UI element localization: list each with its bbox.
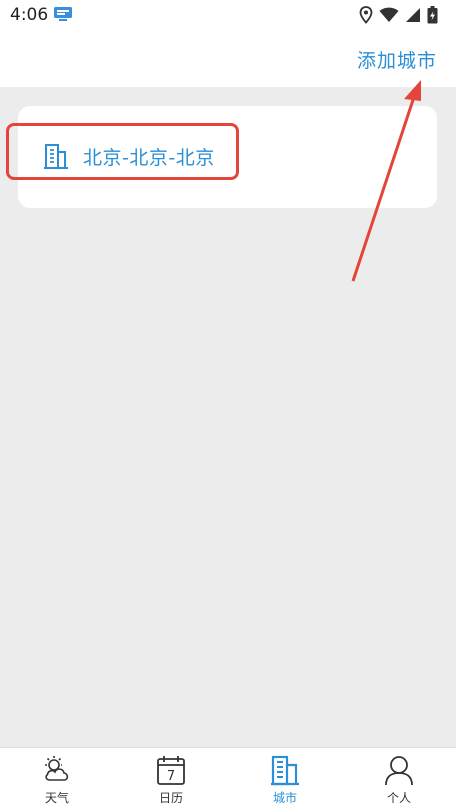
status-bar: 4:06 — [0, 0, 456, 32]
add-city-button[interactable]: 添加城市 — [357, 46, 437, 73]
notification-app-icon — [53, 6, 73, 26]
status-icons — [359, 6, 438, 28]
calendar-icon: 7 — [155, 754, 187, 786]
header: 添加城市 — [0, 32, 456, 87]
building-icon — [42, 142, 70, 170]
nav-label-city: 城市 — [272, 791, 297, 805]
nav-item-city[interactable]: 城市 — [228, 748, 342, 812]
nav-item-calendar[interactable]: 7 日历 — [114, 748, 228, 812]
person-icon — [383, 754, 415, 786]
weather-icon — [41, 754, 73, 786]
nav-item-weather[interactable]: 天气 — [0, 748, 114, 812]
wifi-icon — [379, 7, 399, 27]
signal-icon — [405, 7, 421, 27]
status-time: 4:06 — [10, 5, 49, 25]
battery-icon — [427, 6, 438, 28]
city-list-card: 北京-北京-北京 — [18, 106, 437, 208]
city-icon — [269, 754, 301, 786]
city-list-item[interactable]: 北京-北京-北京 — [42, 142, 215, 170]
calendar-day-number: 7 — [167, 769, 175, 784]
nav-label-calendar: 日历 — [158, 791, 183, 805]
location-icon — [359, 6, 373, 28]
nav-label-profile: 个人 — [386, 791, 411, 805]
bottom-nav: 天气 7 日历 城市 个人 — [0, 747, 456, 812]
city-name: 北京-北京-北京 — [83, 146, 215, 169]
nav-label-weather: 天气 — [44, 791, 69, 805]
nav-item-profile[interactable]: 个人 — [342, 748, 456, 812]
